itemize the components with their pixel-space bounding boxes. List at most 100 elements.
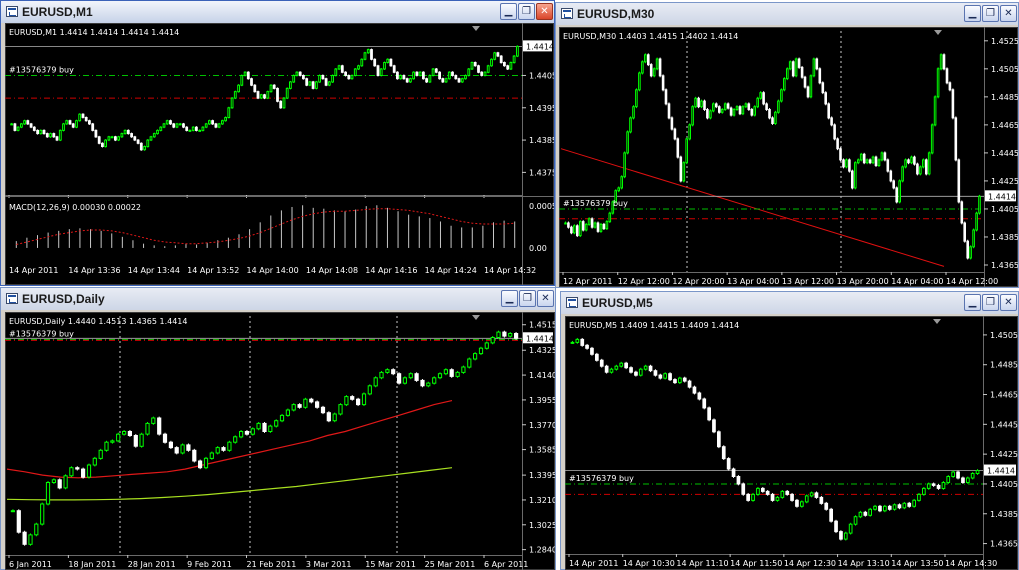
candle (272, 84, 276, 89)
candle (812, 58, 816, 77)
macd-tick-label: 0.00051 (529, 202, 554, 211)
candle (385, 369, 390, 373)
candle (162, 433, 168, 443)
candle (443, 369, 448, 375)
candle (774, 111, 777, 125)
chart-shift-marker[interactable] (934, 30, 942, 35)
candle (590, 218, 594, 228)
candle (969, 246, 972, 259)
candle (809, 492, 814, 497)
candle (470, 62, 474, 70)
candle (344, 71, 348, 76)
close-button[interactable]: ✕ (1000, 294, 1017, 311)
candle (221, 447, 226, 451)
candle (122, 431, 127, 435)
candle (276, 87, 279, 102)
close-button[interactable]: ✕ (536, 3, 553, 20)
restore-button[interactable]: ❐ (982, 5, 999, 22)
candle (499, 55, 503, 64)
price-tick-label: 1.4405 (990, 480, 1018, 489)
candle (75, 120, 78, 128)
candle (688, 124, 691, 140)
minimize-button[interactable]: ▁ (964, 5, 981, 22)
candle (624, 362, 628, 369)
candle (405, 78, 409, 83)
chart-canvas[interactable]: 1.4525 1.4505 1.4485 1.4465 1.4445 1.4425 1.44… (559, 27, 1018, 287)
candle (668, 373, 672, 381)
candle (350, 75, 354, 80)
candle (420, 379, 425, 387)
window-titlebar[interactable]: EURUSD,Daily ▁ ❐ ✕ (1, 288, 555, 310)
candle (692, 386, 697, 394)
candle (227, 107, 231, 119)
chart-window-icon (6, 6, 18, 17)
chart-canvas[interactable]: 1.4405 1.4395 1.4385 1.4375 1.4414 14 Apr 201… (5, 23, 554, 285)
candle (180, 444, 185, 454)
chart-shift-marker[interactable] (933, 319, 941, 324)
candle (13, 123, 17, 131)
price-tick-label: 1.4425 (991, 177, 1018, 186)
window-titlebar[interactable]: EURUSD,M1 ▁ ❐ ✕ (1, 1, 554, 23)
candle (877, 159, 881, 166)
restore-button[interactable]: ❐ (982, 294, 999, 311)
close-button[interactable]: ✕ (1000, 5, 1017, 22)
window-titlebar[interactable]: EURUSD,M30 ▁ ❐ ✕ (556, 3, 1018, 25)
time-tick-label: 12 Apr 2011 (563, 277, 612, 286)
candle (584, 223, 588, 231)
candle (203, 457, 209, 469)
candle (32, 126, 36, 131)
chart-shift-marker[interactable] (472, 26, 480, 31)
time-tick-label: 14 Apr 13:44 (128, 266, 180, 275)
chart-shift-marker[interactable] (472, 315, 480, 320)
chart-frame (559, 27, 1018, 287)
candle (797, 58, 801, 68)
candle (444, 78, 448, 83)
close-button[interactable]: ✕ (537, 290, 554, 307)
candle (765, 103, 768, 111)
chart-canvas[interactable]: 1.4515 1.4325 1.4140 1.3955 1.3770 1.3585 1.33… (5, 312, 555, 570)
candle (49, 133, 52, 138)
candle (803, 76, 807, 88)
candle (712, 419, 716, 433)
window-titlebar[interactable]: EURUSD,M5 ▁ ❐ ✕ (561, 292, 1018, 314)
restore-button[interactable]: ❐ (519, 290, 536, 307)
time-tick-label: 14 Apr 2011 (569, 559, 618, 568)
chart-window-m1[interactable]: EURUSD,M1 ▁ ❐ ✕ 1.4405 1.4395 1.4385 1.4375… (0, 0, 555, 286)
candle (617, 187, 621, 192)
candle (337, 65, 341, 70)
chart-window-daily[interactable]: EURUSD,Daily ▁ ❐ ✕ 1.4515 1.4325 1.4140 1.3… (0, 287, 556, 570)
candle (658, 58, 662, 77)
restore-button[interactable]: ❐ (518, 3, 535, 20)
chart-window-m30[interactable]: EURUSD,M30 ▁ ❐ ✕ 1.4525 1.4505 1.4485 1.446… (555, 2, 1019, 288)
candle (843, 532, 848, 540)
candle (751, 493, 755, 501)
candle (291, 404, 296, 411)
minimize-button[interactable]: ▁ (501, 290, 518, 307)
candle (29, 123, 33, 128)
candle (508, 333, 513, 337)
candle (455, 371, 460, 377)
time-tick-label: 14 Apr 13:10 (838, 559, 890, 568)
candle (709, 110, 712, 119)
candle (477, 65, 480, 73)
chart-window-m5[interactable]: EURUSD,M5 ▁ ❐ ✕ 1.4505 1.4485 1.4465 1.4445… (560, 291, 1019, 570)
candle (800, 66, 804, 78)
candle (966, 240, 969, 259)
candle (652, 68, 656, 77)
price-tick-label: 1.4385 (529, 136, 554, 145)
candle (438, 71, 442, 80)
candle (946, 476, 951, 483)
chart-canvas[interactable]: 1.4505 1.4485 1.4465 1.4445 1.4425 1.4405 1.43… (565, 316, 1018, 570)
candle (104, 139, 107, 148)
time-tick-label: 12 Apr 12:00 (618, 277, 670, 286)
minimize-button[interactable]: ▁ (964, 294, 981, 311)
minimize-button[interactable]: ▁ (500, 3, 517, 20)
time-tick-label: 13 Apr 04:00 (727, 277, 779, 286)
candle (975, 470, 980, 474)
candle (585, 344, 589, 349)
candle (919, 166, 922, 175)
candle (195, 126, 198, 131)
candle (819, 496, 824, 504)
candle (209, 452, 214, 459)
candle (126, 129, 130, 135)
